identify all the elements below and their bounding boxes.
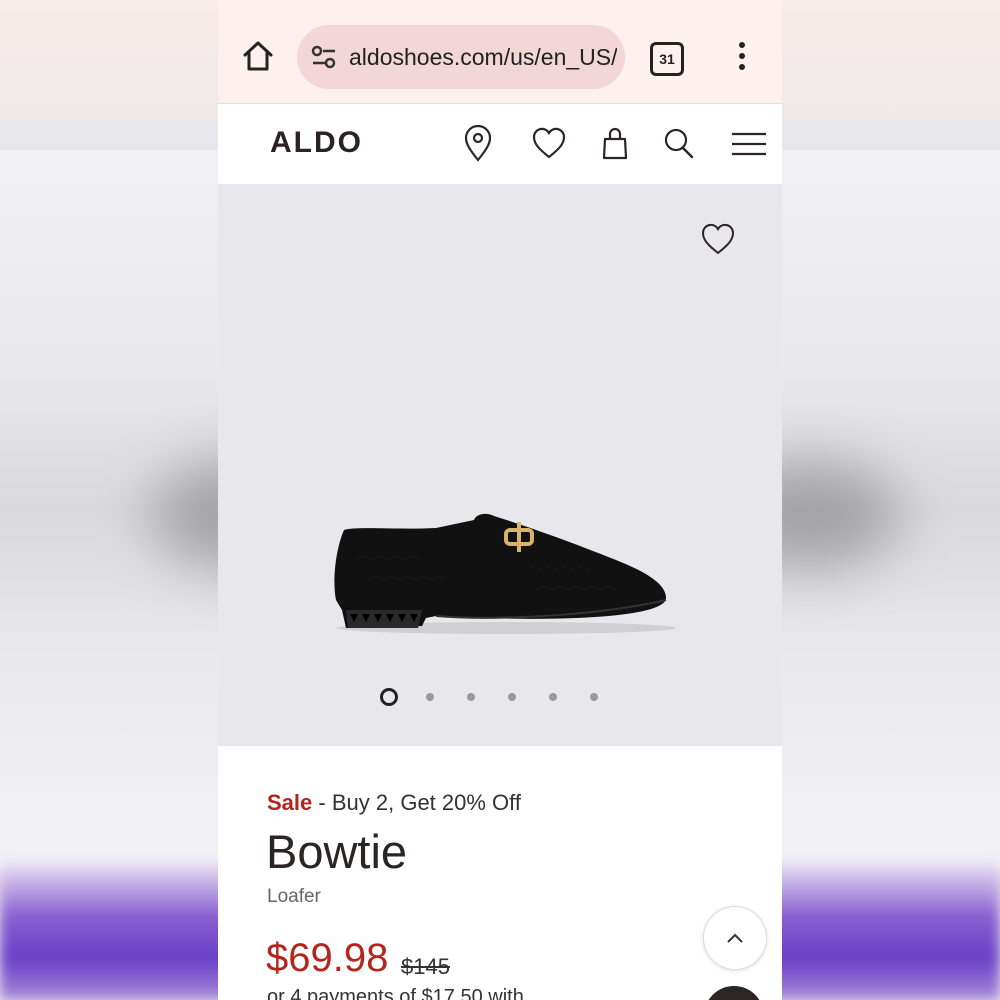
site-header: ALDO xyxy=(218,104,782,184)
gallery-dot-4[interactable] xyxy=(508,693,516,701)
tune-icon[interactable] xyxy=(311,45,337,69)
product-name: Bowtie xyxy=(266,825,408,878)
more-vert-icon[interactable] xyxy=(738,42,746,72)
promo-text: Buy 2, Get 20% Off xyxy=(331,790,521,815)
search-icon[interactable] xyxy=(661,124,697,164)
product-type: Loafer xyxy=(267,886,321,907)
gallery-dot-1[interactable] xyxy=(380,688,398,706)
chevron-up-icon xyxy=(727,933,743,943)
phone-screen: aldoshoes.com/us/en_US/ı 31 ALDO Sale - … xyxy=(218,0,782,1000)
scroll-to-top-button[interactable] xyxy=(703,906,767,970)
gallery-dot-3[interactable] xyxy=(467,693,475,701)
add-to-wishlist-heart-icon[interactable] xyxy=(700,222,736,258)
aldo-logo[interactable]: ALDO xyxy=(270,126,363,160)
tabs-icon[interactable]: 31 xyxy=(650,42,684,76)
url-text[interactable]: aldoshoes.com/us/en_US/ı xyxy=(349,44,617,70)
product-info: Sale - Buy 2, Get 20% Off Bowtie Loafer … xyxy=(218,746,782,1000)
promo-line: Sale - Buy 2, Get 20% Off xyxy=(267,790,521,816)
shopping-bag-icon[interactable] xyxy=(597,124,633,164)
product-image-gallery[interactable] xyxy=(218,184,782,746)
promo-separator: - xyxy=(318,790,326,815)
home-icon[interactable] xyxy=(240,38,276,74)
installments-text: or 4 payments of $17.50 with xyxy=(267,986,524,1000)
location-pin-icon[interactable] xyxy=(460,124,496,164)
heart-icon[interactable] xyxy=(531,124,567,164)
address-bar[interactable]: aldoshoes.com/us/en_US/ı xyxy=(297,25,625,89)
chat-button[interactable] xyxy=(704,986,764,1000)
original-price: $145 xyxy=(401,954,450,979)
browser-toolbar: aldoshoes.com/us/en_US/ı 31 xyxy=(218,0,782,104)
hamburger-menu-icon[interactable] xyxy=(730,124,770,164)
sale-label: Sale xyxy=(267,790,313,815)
gallery-dot-2[interactable] xyxy=(426,693,434,701)
gallery-dot-5[interactable] xyxy=(549,693,557,701)
gallery-dot-6[interactable] xyxy=(590,693,598,701)
product-image-loafer xyxy=(326,500,676,640)
sale-price: $69.98 xyxy=(266,936,389,980)
